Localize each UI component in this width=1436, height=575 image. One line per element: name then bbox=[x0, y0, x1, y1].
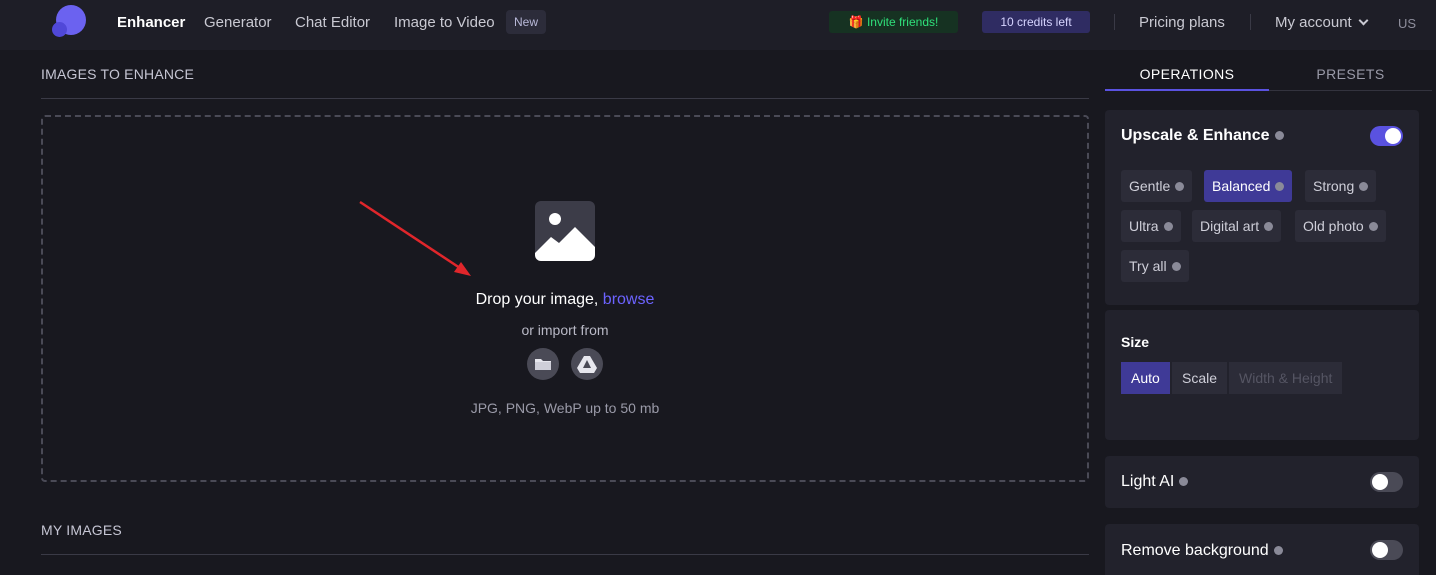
app-logo[interactable] bbox=[52, 5, 86, 39]
nav-divider bbox=[1250, 14, 1251, 30]
nav-generator[interactable]: Generator bbox=[204, 14, 272, 31]
info-icon bbox=[1275, 182, 1285, 191]
info-icon bbox=[1175, 182, 1185, 191]
supported-formats: JPG, PNG, WebP up to 50 mb bbox=[470, 400, 660, 416]
option-label: Old photo bbox=[1303, 218, 1364, 234]
pricing-plans-link[interactable]: Pricing plans bbox=[1139, 14, 1225, 31]
info-icon[interactable] bbox=[1274, 131, 1284, 140]
import-from-label: or import from bbox=[521, 322, 609, 338]
credits-badge[interactable]: 10 credits left bbox=[982, 11, 1090, 33]
divider bbox=[41, 98, 1089, 99]
divider bbox=[41, 554, 1089, 555]
language-selector[interactable]: US bbox=[1398, 16, 1416, 31]
option-label: Try all bbox=[1129, 258, 1167, 274]
info-icon bbox=[1368, 222, 1378, 231]
upscale-title-label: Upscale & Enhance bbox=[1121, 127, 1270, 144]
info-icon bbox=[1264, 222, 1274, 231]
option-strong[interactable]: Strong bbox=[1305, 170, 1377, 202]
size-scale[interactable]: Scale bbox=[1172, 362, 1228, 394]
tab-divider bbox=[1269, 90, 1432, 91]
nav-divider bbox=[1114, 14, 1115, 30]
invite-friends-button[interactable]: 🎁 Invite friends! bbox=[829, 11, 958, 33]
option-label: Gentle bbox=[1129, 178, 1171, 194]
browse-link[interactable]: browse bbox=[603, 291, 655, 308]
red-arrow-annotation bbox=[359, 200, 471, 276]
size-label: Size bbox=[1121, 334, 1150, 350]
option-label: Balanced bbox=[1212, 178, 1271, 194]
light-ai-card: Light AI bbox=[1105, 456, 1419, 508]
import-google-drive-button[interactable] bbox=[571, 348, 603, 380]
tab-operations[interactable]: OPERATIONS bbox=[1105, 66, 1269, 82]
gift-icon: 🎁 bbox=[848, 15, 864, 29]
remove-background-toggle[interactable] bbox=[1370, 540, 1403, 560]
option-ultra[interactable]: Ultra bbox=[1121, 210, 1181, 242]
option-label: Ultra bbox=[1129, 218, 1159, 234]
image-placeholder-icon bbox=[535, 201, 595, 261]
option-gentle[interactable]: Gentle bbox=[1121, 170, 1193, 202]
info-icon[interactable] bbox=[1273, 546, 1283, 555]
option-label: Strong bbox=[1313, 178, 1355, 194]
tab-presets[interactable]: PRESETS bbox=[1269, 66, 1432, 82]
drop-instruction: Drop your image, browse bbox=[0, 291, 1130, 309]
option-old-photo[interactable]: Old photo bbox=[1295, 210, 1386, 242]
active-tab-indicator bbox=[1105, 89, 1269, 91]
size-card: Size Auto Scale Width & Height bbox=[1105, 310, 1419, 440]
chevron-down-icon bbox=[1358, 15, 1369, 26]
size-auto[interactable]: Auto bbox=[1121, 362, 1170, 394]
upscale-toggle[interactable] bbox=[1370, 126, 1403, 146]
option-balanced[interactable]: Balanced bbox=[1204, 170, 1293, 202]
upscale-enhance-card: Upscale & Enhance Gentle Balanced Strong… bbox=[1105, 110, 1419, 305]
new-badge: New bbox=[506, 10, 547, 34]
nav-enhancer[interactable]: Enhancer bbox=[117, 14, 185, 31]
upscale-title: Upscale & Enhance bbox=[1121, 127, 1284, 145]
my-account-menu[interactable]: My account bbox=[1275, 14, 1369, 31]
remove-background-label: Remove background bbox=[1121, 542, 1269, 559]
light-ai-title: Light AI bbox=[1121, 473, 1189, 491]
light-ai-label: Light AI bbox=[1121, 473, 1175, 490]
info-icon[interactable] bbox=[1179, 477, 1189, 486]
light-ai-toggle[interactable] bbox=[1370, 472, 1403, 492]
import-folder-button[interactable] bbox=[527, 348, 559, 380]
nav-image-to-video[interactable]: Image to Video bbox=[394, 14, 495, 31]
info-icon bbox=[1171, 262, 1181, 271]
invite-label: Invite friends! bbox=[866, 15, 939, 29]
remove-background-title: Remove background bbox=[1121, 542, 1283, 560]
nav-chat-editor[interactable]: Chat Editor bbox=[295, 14, 370, 31]
option-digital-art[interactable]: Digital art bbox=[1192, 210, 1282, 242]
option-try-all[interactable]: Try all bbox=[1121, 250, 1189, 282]
option-label: Digital art bbox=[1200, 218, 1260, 234]
remove-background-card: Remove background bbox=[1105, 524, 1419, 575]
my-account-label: My account bbox=[1275, 14, 1352, 31]
drop-text: Drop your image, bbox=[475, 291, 599, 308]
top-navigation: Enhancer Generator Chat Editor Image to … bbox=[0, 0, 1436, 50]
size-width-height[interactable]: Width & Height bbox=[1229, 362, 1343, 394]
info-icon bbox=[1163, 222, 1173, 231]
folder-icon bbox=[535, 359, 551, 370]
info-icon bbox=[1359, 182, 1369, 191]
section-title-images-to-enhance: IMAGES TO ENHANCE bbox=[41, 66, 195, 82]
google-drive-icon bbox=[577, 356, 597, 373]
section-title-my-images: MY IMAGES bbox=[41, 522, 122, 538]
